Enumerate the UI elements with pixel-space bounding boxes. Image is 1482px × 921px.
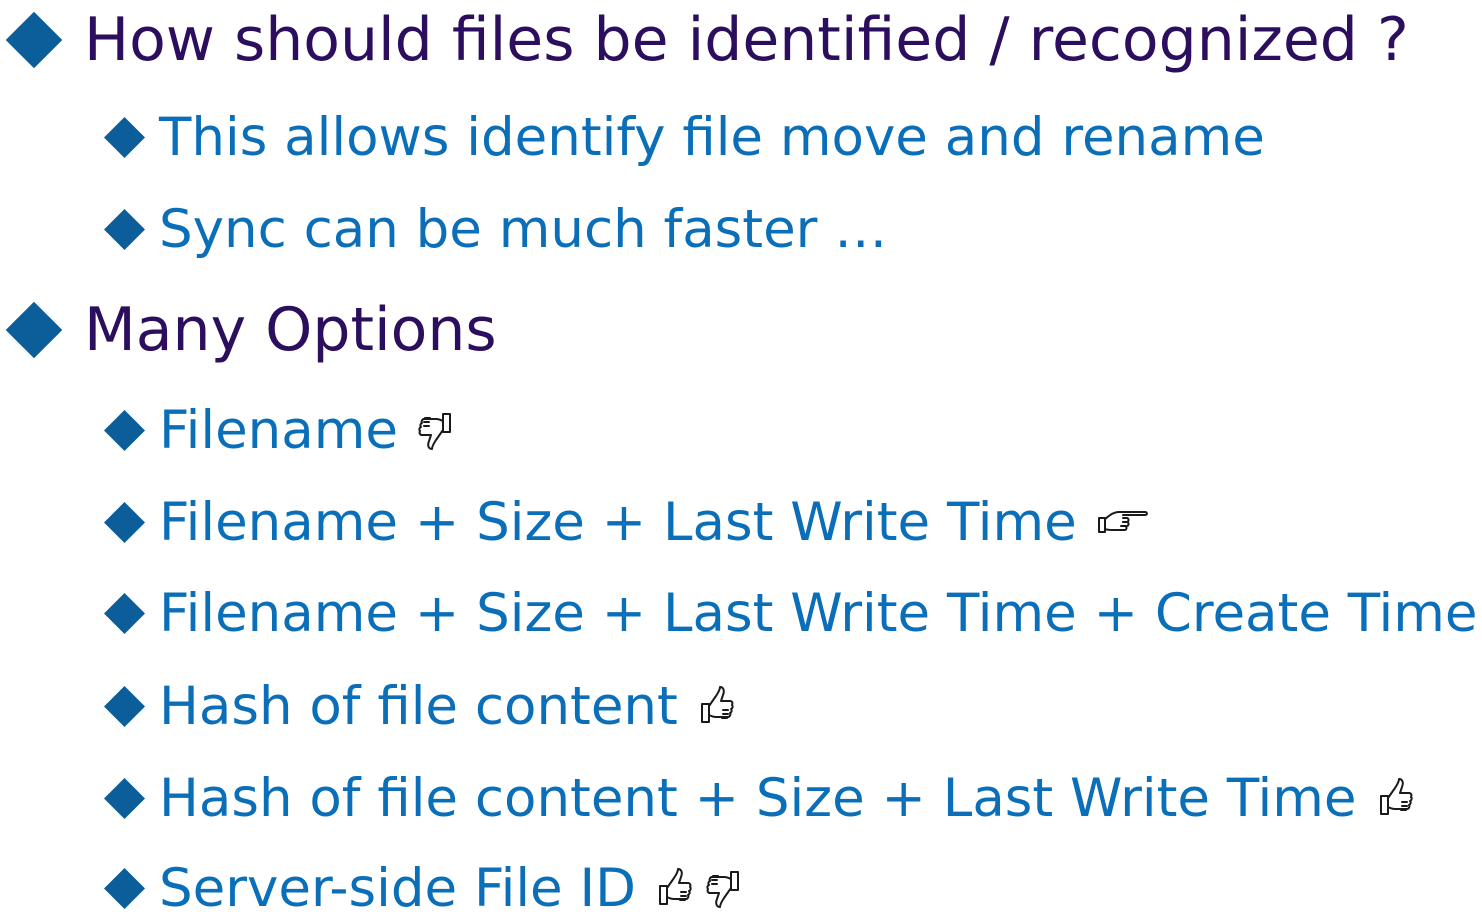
diamond-bullet-icon — [5, 301, 63, 359]
thumbs-up-icon — [1377, 778, 1413, 818]
bullet-text: Many Options — [84, 295, 497, 365]
bullet-text: This allows identify file move and renam… — [159, 106, 1265, 168]
diamond-bullet-icon — [103, 777, 146, 819]
diamond-bullet-icon — [103, 208, 146, 250]
thumbs-up-icon — [656, 868, 692, 908]
bullet-text: Filename + Size + Last Write Time — [159, 491, 1077, 553]
bullet-text: Filename — [159, 399, 398, 461]
diamond-bullet-icon — [103, 685, 146, 727]
bullet-text: How should files be identified / recogni… — [84, 5, 1409, 75]
diamond-bullet-icon — [5, 11, 63, 69]
bullet-text: Hash of file content — [159, 675, 678, 737]
thumbs-down-icon — [706, 868, 742, 908]
pointing-hand-icon — [1097, 508, 1149, 536]
thumbs-up-icon — [698, 686, 734, 726]
sub-bullet-item-faster-sync: Sync can be much faster … — [103, 196, 888, 262]
sub-bullet-item-filename-size-lwt: Filename + Size + Last Write Time — [103, 489, 1149, 555]
sub-bullet-item-hash: Hash of file content — [103, 673, 734, 739]
diamond-bullet-icon — [103, 116, 146, 158]
sub-bullet-item-filename-size-lwt-ct: Filename + Size + Last Write Time + Crea… — [103, 580, 1482, 646]
bullet-text: Hash of file content + Size + Last Write… — [159, 767, 1357, 829]
slide: How should files be identified / recogni… — [0, 0, 1482, 919]
sub-bullet-item-hash-size-lwt: Hash of file content + Size + Last Write… — [103, 765, 1413, 831]
bullet-text: Filename + Size + Last Write Time + Crea… — [159, 582, 1478, 644]
diamond-bullet-icon — [103, 409, 146, 451]
bullet-item-many-options: Many Options — [5, 294, 497, 366]
bullet-text: Server-side File ID — [159, 857, 636, 919]
diamond-bullet-icon — [103, 501, 146, 543]
sub-bullet-item-server-file-id: Server-side File ID — [103, 855, 742, 921]
sub-bullet-item-move-rename: This allows identify file move and renam… — [103, 104, 1265, 170]
diamond-bullet-icon — [103, 592, 146, 634]
bullet-text: Sync can be much faster … — [159, 198, 888, 260]
bullet-item-identification-question: How should files be identified / recogni… — [5, 4, 1409, 76]
diamond-bullet-icon — [103, 867, 146, 909]
sub-bullet-item-filename: Filename — [103, 397, 454, 463]
thumbs-down-icon — [418, 410, 454, 450]
